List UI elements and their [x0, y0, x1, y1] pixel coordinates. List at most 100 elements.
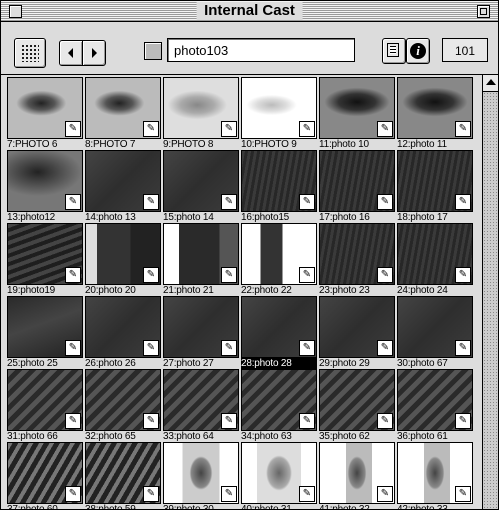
bitmap-member-icon: ✎ — [455, 486, 471, 502]
script-icon — [387, 43, 399, 57]
bitmap-member-icon: ✎ — [221, 486, 237, 502]
cast-member[interactable]: ✎ 28:photo 28 — [240, 296, 318, 372]
bitmap-member-icon: ✎ — [299, 121, 315, 137]
cast-member[interactable]: ✎ 36:photo 61 — [396, 369, 474, 445]
cast-member[interactable]: ✎ 9:PHOTO 8 — [162, 77, 240, 153]
cast-member[interactable]: ✎ 14:photo 13 — [84, 150, 162, 226]
cast-view-button[interactable] — [14, 38, 46, 68]
cast-member[interactable]: ✎ 7:PHOTO 6 — [6, 77, 84, 153]
toolbar: photo103 i 101 — [1, 22, 498, 75]
bitmap-member-icon: ✎ — [377, 486, 393, 502]
cast-member[interactable]: ✎ 23:photo 23 — [318, 223, 396, 299]
cast-member[interactable]: ✎ 40:photo 31 — [240, 442, 318, 509]
cast-member[interactable]: ✎ 41:photo 32 — [318, 442, 396, 509]
cast-thumbnail: ✎ — [241, 77, 317, 139]
member-name-field[interactable]: photo103 — [167, 38, 355, 62]
info-icon: i — [410, 43, 426, 59]
bitmap-member-icon: ✎ — [299, 194, 315, 210]
cast-member-label: 39:photo 30 — [163, 504, 214, 510]
cast-member[interactable]: ✎ 37:photo 60 — [6, 442, 84, 510]
close-box[interactable] — [9, 5, 22, 18]
cast-member[interactable]: ✎ 8:PHOTO 7 — [84, 77, 162, 153]
cast-thumbnail: ✎ — [85, 150, 161, 212]
bitmap-member-icon: ✎ — [143, 121, 159, 137]
cast-member[interactable]: ✎ 15:photo 14 — [162, 150, 240, 226]
info-button[interactable]: i — [406, 38, 430, 64]
cast-member[interactable]: ✎ 39:photo 30 — [162, 442, 240, 510]
cast-thumbnail: ✎ — [241, 223, 317, 285]
previous-member-button[interactable] — [59, 40, 83, 66]
bitmap-member-icon: ✎ — [143, 486, 159, 502]
grid-icon — [21, 44, 39, 62]
bitmap-member-icon: ✎ — [299, 267, 315, 283]
cast-member[interactable]: ✎ 13:photo12 — [6, 150, 84, 226]
cast-member[interactable]: ✎ 32:photo 65 — [84, 369, 162, 445]
bitmap-member-icon: ✎ — [455, 194, 471, 210]
cast-member[interactable]: ✎ 22:photo 22 — [240, 223, 318, 299]
cast-thumbnail: ✎ — [397, 150, 473, 212]
cast-member[interactable]: ✎ 33:photo 64 — [162, 369, 240, 445]
cast-member[interactable]: ✎ 42:photo 33 — [396, 442, 474, 509]
scroll-track[interactable] — [483, 92, 498, 509]
bitmap-member-icon: ✎ — [65, 121, 81, 137]
cast-member[interactable]: ✎ 19:photo19 — [6, 223, 84, 299]
bitmap-member-icon: ✎ — [455, 340, 471, 356]
cast-member[interactable]: ✎ 35:photo 62 — [318, 369, 396, 445]
zoom-box[interactable] — [477, 5, 490, 18]
cast-member[interactable]: ✎ 30:photo 67 — [396, 296, 474, 372]
cast-thumbnail: ✎ — [397, 77, 473, 139]
cast-member[interactable]: ✎ 31:photo 66 — [6, 369, 84, 445]
cast-thumbnail: ✎ — [7, 296, 83, 358]
bitmap-member-icon: ✎ — [299, 340, 315, 356]
cast-thumbnail: ✎ — [7, 369, 83, 431]
bitmap-member-icon: ✎ — [65, 194, 81, 210]
cast-member-label: 37:photo 60 — [7, 504, 58, 510]
cast-member[interactable]: ✎ 16:photo15 — [240, 150, 318, 226]
cast-thumbnail: ✎ — [397, 442, 473, 504]
scroll-up-arrow[interactable] — [483, 75, 498, 92]
cast-member[interactable]: ✎ 24:photo 24 — [396, 223, 474, 299]
vertical-scrollbar[interactable] — [482, 75, 498, 509]
cast-member[interactable]: ✎ 12:photo 11 — [396, 77, 474, 153]
bitmap-member-icon: ✎ — [65, 486, 81, 502]
cast-thumbnail: ✎ — [241, 296, 317, 358]
cast-member[interactable]: ✎ 34:photo 63 — [240, 369, 318, 445]
cast-thumbnail: ✎ — [85, 223, 161, 285]
cast-thumbnail: ✎ — [85, 296, 161, 358]
cast-thumbnail: ✎ — [319, 77, 395, 139]
arrow-left-icon — [68, 48, 73, 58]
cast-thumbnail: ✎ — [319, 223, 395, 285]
cast-member[interactable]: ✎ 38:photo 59 — [84, 442, 162, 510]
cast-thumbnail: ✎ — [163, 223, 239, 285]
bitmap-member-icon: ✎ — [65, 267, 81, 283]
cast-member[interactable]: ✎ 18:photo 17 — [396, 150, 474, 226]
cast-thumbnail: ✎ — [241, 150, 317, 212]
title-bar[interactable]: Internal Cast — [1, 1, 498, 22]
cast-member[interactable]: ✎ 17:photo 16 — [318, 150, 396, 226]
cast-thumbnail: ✎ — [241, 442, 317, 504]
next-member-button[interactable] — [82, 40, 106, 66]
cast-member[interactable]: ✎ 11:photo 10 — [318, 77, 396, 153]
cast-member[interactable]: ✎ 20:photo 20 — [84, 223, 162, 299]
script-button[interactable] — [382, 38, 406, 64]
cast-thumbnail: ✎ — [163, 150, 239, 212]
arrow-right-icon — [92, 48, 97, 58]
cast-member-label: 38:photo 59 — [85, 504, 136, 510]
cast-member[interactable]: ✎ 10:PHOTO 9 — [240, 77, 318, 153]
cast-member[interactable]: ✎ 25:photo 25 — [6, 296, 84, 372]
cast-thumbnail: ✎ — [397, 369, 473, 431]
cast-member[interactable]: ✎ 26:photo 26 — [84, 296, 162, 372]
bitmap-member-icon: ✎ — [377, 413, 393, 429]
cast-thumbnail: ✎ — [241, 369, 317, 431]
bitmap-member-icon: ✎ — [455, 267, 471, 283]
cast-member[interactable]: ✎ 29:photo 29 — [318, 296, 396, 372]
cast-thumbnail: ✎ — [319, 150, 395, 212]
bitmap-member-icon: ✎ — [377, 121, 393, 137]
cast-member[interactable]: ✎ 21:photo 21 — [162, 223, 240, 299]
bitmap-member-icon: ✎ — [143, 413, 159, 429]
cast-member[interactable]: ✎ 27:photo 27 — [162, 296, 240, 372]
drag-member-swatch[interactable] — [144, 42, 162, 60]
cast-thumbnail: ✎ — [397, 223, 473, 285]
cast-thumbnail: ✎ — [7, 150, 83, 212]
window-title: Internal Cast — [196, 2, 303, 20]
